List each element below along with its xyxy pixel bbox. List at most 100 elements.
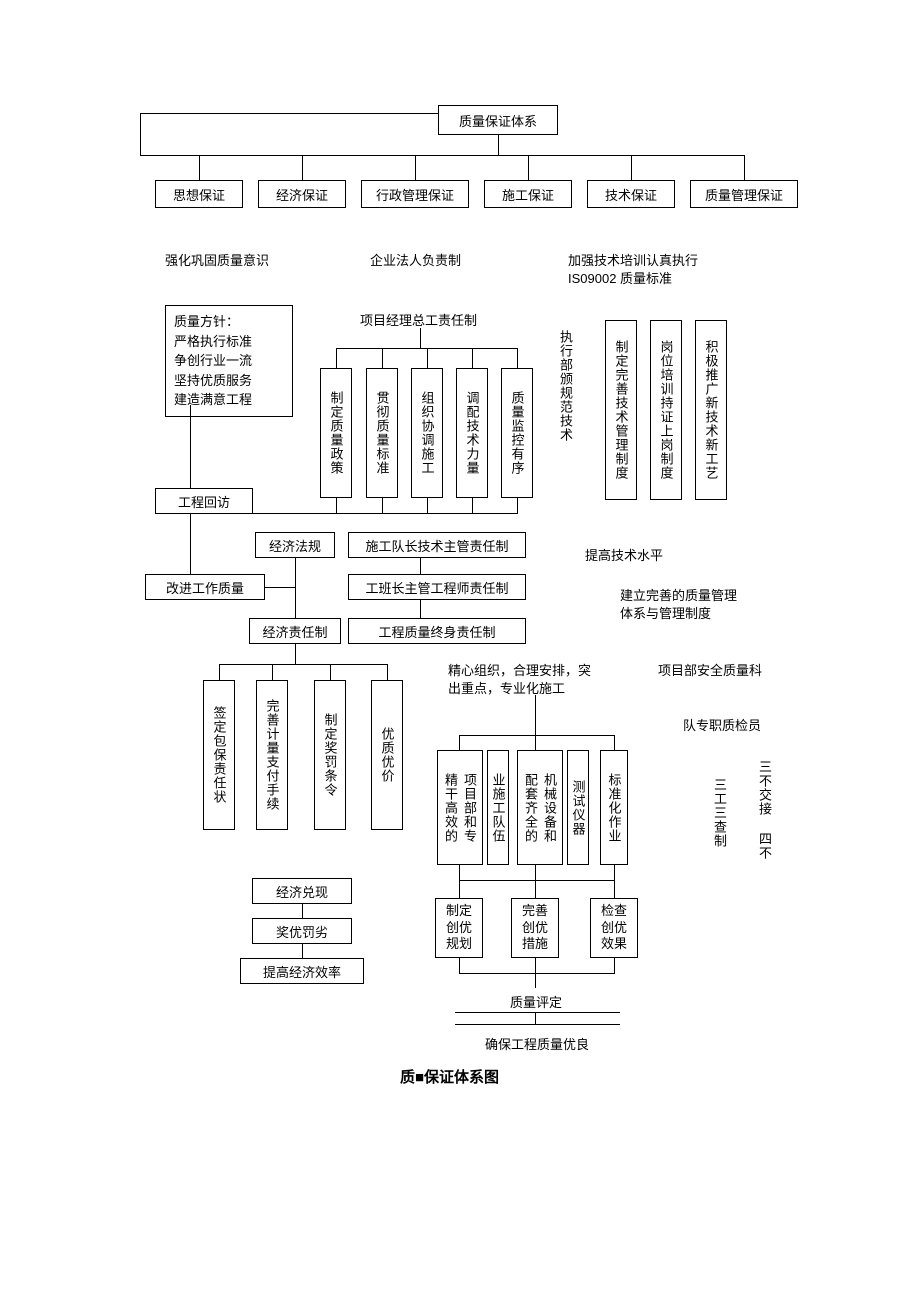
- techv-b: 制定完善技术管理制度: [605, 320, 637, 500]
- inspector: 队专职质检员: [683, 715, 761, 734]
- improve-box: 改进工作质量: [145, 574, 265, 600]
- conn: [614, 735, 615, 750]
- policy-l2: 争创行业一流: [174, 351, 284, 371]
- caption: 质■保证体系图: [400, 1066, 499, 1087]
- label-3a: 加强技术培训认真执行: [568, 250, 698, 269]
- techv-d: 积极推广新技术新工艺: [695, 320, 727, 500]
- conn: [140, 113, 438, 114]
- pmsub-b: 贯彻质量标准: [366, 368, 398, 498]
- conn: [382, 498, 383, 513]
- l2-b: 经济保证: [258, 180, 346, 208]
- conn: [614, 958, 615, 973]
- conn: [614, 865, 615, 880]
- qms2: 体系与管理制度: [620, 603, 711, 622]
- conn: [459, 880, 460, 898]
- conn: [535, 880, 536, 898]
- pmsub-d: 调配技术力量: [456, 368, 488, 498]
- org2: 出重点，专业化施工: [448, 678, 565, 697]
- tech-level: 提高技术水平: [585, 545, 663, 564]
- label-2: 企业法人负责制: [370, 250, 461, 269]
- conn: [427, 498, 428, 513]
- visit-box: 工程回访: [155, 488, 253, 514]
- conn: [420, 328, 421, 348]
- l2-a: 思想保证: [155, 180, 243, 208]
- conn: [472, 348, 473, 368]
- conn: [459, 735, 614, 736]
- conn: [535, 973, 536, 988]
- constflow-c: 检查创优效果: [590, 898, 638, 958]
- constv-b: 业施工队伍: [487, 750, 509, 865]
- econv-b: 完善计量支付手续: [256, 680, 288, 830]
- root-text: 质量保证体系: [459, 111, 537, 130]
- conn: [535, 958, 536, 973]
- conn: [190, 514, 191, 574]
- econ-resp-box: 经济责任制: [249, 618, 341, 644]
- conn: [140, 113, 141, 156]
- conn: [455, 1012, 620, 1013]
- root-box: 质量保证体系: [438, 105, 558, 135]
- conn: [427, 348, 428, 368]
- conn: [420, 600, 421, 618]
- conn: [336, 498, 337, 513]
- conn: [498, 135, 499, 155]
- conn: [295, 558, 296, 618]
- l2-d-text: 施工保证: [502, 185, 554, 204]
- ensure: 确保工程质量优良: [485, 1034, 589, 1053]
- policy-l1: 严格执行标准: [174, 332, 284, 352]
- conn: [219, 664, 220, 680]
- econflow-a: 经济兑现: [252, 878, 352, 904]
- conn: [336, 348, 337, 368]
- label-3b: IS09002 质量标准: [568, 268, 672, 287]
- conn: [302, 904, 303, 918]
- conn: [631, 155, 632, 180]
- conn: [272, 664, 273, 680]
- l2-f-text: 质量管理保证: [705, 185, 783, 204]
- conn: [535, 735, 536, 750]
- safety: 项目部安全质量科: [658, 660, 762, 679]
- conn: [535, 865, 536, 880]
- conn: [302, 944, 303, 958]
- sq-leader-box: 施工队长技术主管责任制: [348, 532, 526, 558]
- conn: [265, 587, 295, 588]
- conn: [459, 880, 615, 881]
- conn: [535, 695, 536, 735]
- constflow-a: 制定创优规划: [435, 898, 483, 958]
- policy-l3: 坚持优质服务: [174, 371, 284, 391]
- policy-title: 质量方针：: [174, 312, 284, 332]
- constv-c: 配套齐全的 机械设备和: [517, 750, 563, 865]
- label-1: 强化巩固质量意识: [165, 250, 269, 269]
- conn: [472, 498, 473, 513]
- rightv-a: 三工三查制: [710, 778, 729, 848]
- rightv-b: 三不交接 四不: [755, 760, 774, 860]
- conn: [387, 664, 388, 680]
- l2-e: 技术保证: [587, 180, 675, 208]
- conn: [614, 880, 615, 898]
- econflow-b: 奖优罚劣: [252, 918, 352, 944]
- econflow-c: 提高经济效率: [240, 958, 364, 984]
- conn: [199, 155, 200, 180]
- constv-a: 精干高效的 项目部和专: [437, 750, 483, 865]
- qms1: 建立完善的质量管理: [620, 585, 737, 604]
- policy-box: 质量方针： 严格执行标准 争创行业一流 坚持优质服务 建造满意工程: [165, 305, 293, 417]
- conn: [528, 155, 529, 180]
- pmsub-e: 质量监控有序: [501, 368, 533, 498]
- econv-c: 制定奖罚条令: [314, 680, 346, 830]
- l2-b-text: 经济保证: [276, 185, 328, 204]
- conn: [140, 155, 744, 156]
- conn: [295, 644, 296, 664]
- l2-e-text: 技术保证: [605, 185, 657, 204]
- econv-a: 签定包保责任状: [203, 680, 235, 830]
- foreman-box: 工班长主管工程师责任制: [348, 574, 526, 600]
- eval: 质量评定: [510, 992, 562, 1011]
- pmsub-a: 制定质量政策: [320, 368, 352, 498]
- techv-c: 岗位培训持证上岗制度: [650, 320, 682, 500]
- conn: [415, 155, 416, 180]
- techv-a: 执行部颁规范技术: [556, 330, 575, 442]
- conn: [744, 155, 745, 180]
- econ-reg-box: 经济法规: [255, 532, 335, 558]
- constv-d: 测试仪器: [567, 750, 589, 865]
- conn: [459, 958, 460, 973]
- conn: [459, 865, 460, 880]
- conn: [302, 155, 303, 180]
- org1: 精心组织，合理安排，突: [448, 660, 591, 679]
